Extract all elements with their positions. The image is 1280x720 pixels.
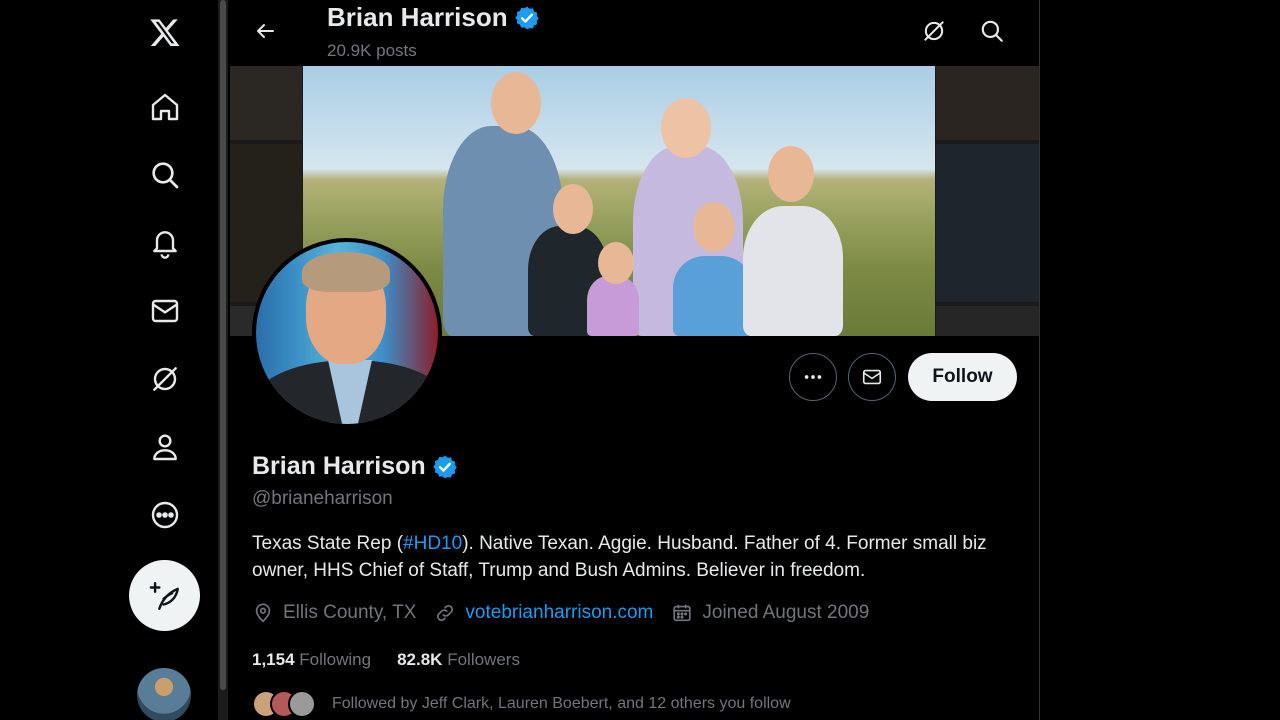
profile-meta: Ellis County, TX votebrianharrison.com J… <box>252 602 887 624</box>
notifications-bell-icon[interactable] <box>140 218 190 268</box>
profile-header-bar: Brian Harrison 20.9K posts <box>230 0 1039 66</box>
verified-badge-icon <box>514 6 539 29</box>
profile-avatar[interactable] <box>252 238 442 428</box>
account-avatar[interactable] <box>137 668 191 720</box>
calendar-icon <box>673 604 692 622</box>
banner-figure-head <box>768 146 814 202</box>
profile-name: Brian Harrison <box>252 452 458 481</box>
grok-header-button[interactable] <box>915 12 953 50</box>
banner-bg-tile <box>936 306 1039 336</box>
followed-by-text: Followed by Jeff Clark, Lauren Boebert, … <box>332 695 791 712</box>
banner-bg-tile <box>936 66 1039 140</box>
bio-text-prefix: Texas State Rep ( <box>252 533 404 554</box>
banner-bg-tile <box>936 144 1039 302</box>
envelope-icon <box>862 369 882 385</box>
post-feather-icon <box>149 581 179 610</box>
followers-count: 82.8K <box>397 650 443 669</box>
banner-figure <box>673 256 753 336</box>
avatar-hair <box>302 252 390 292</box>
back-arrow-icon <box>257 24 274 38</box>
header-name-text: Brian Harrison <box>327 2 508 32</box>
profile-bio: Texas State Rep (#HD10). Native Texan. A… <box>252 530 1032 584</box>
banner-figure-head <box>598 242 634 284</box>
more-options-button[interactable] <box>789 353 837 401</box>
website-link[interactable]: votebrianharrison.com <box>465 602 653 624</box>
messages-envelope-icon[interactable] <box>140 286 190 336</box>
following-link[interactable]: 1,154 Following <box>252 650 371 670</box>
joined-text: Joined August 2009 <box>702 602 870 623</box>
back-button[interactable] <box>246 12 284 50</box>
sidebar-nav <box>0 0 222 720</box>
followed-by[interactable]: Followed by Jeff Clark, Lauren Boebert, … <box>252 690 791 718</box>
x-logo-icon[interactable] <box>140 7 190 57</box>
header-post-count: 20.9K posts <box>327 41 417 60</box>
banner-figure <box>587 276 639 336</box>
home-icon[interactable] <box>140 82 190 132</box>
profile-name-text: Brian Harrison <box>252 452 426 480</box>
followers-link[interactable]: 82.8K Followers <box>397 650 520 670</box>
following-count: 1,154 <box>252 650 295 669</box>
banner-figure-head <box>693 202 735 252</box>
follower-avatar <box>288 690 316 718</box>
verified-badge-icon[interactable] <box>432 454 458 480</box>
location-pin-icon <box>255 603 271 623</box>
followers-label: Followers <box>447 650 520 669</box>
location-item: Ellis County, TX <box>252 602 416 624</box>
scrollbar-thumb[interactable] <box>220 0 226 690</box>
more-dots-icon <box>804 375 822 379</box>
banner-figure <box>743 206 843 336</box>
search-header-button[interactable] <box>973 12 1011 50</box>
post-button[interactable] <box>129 560 200 631</box>
banner-figure-head <box>491 72 541 134</box>
bio-hashtag-link[interactable]: #HD10 <box>403 533 462 554</box>
more-circle-icon[interactable] <box>140 490 190 540</box>
joined-item: Joined August 2009 <box>671 602 869 624</box>
profile-handle: @brianeharrison <box>252 488 393 509</box>
search-icon <box>981 20 1003 42</box>
sidebar-scrollbar[interactable] <box>218 0 228 720</box>
search-icon[interactable] <box>140 150 190 200</box>
profile-person-icon[interactable] <box>140 422 190 472</box>
message-button[interactable] <box>848 353 896 401</box>
link-icon <box>437 604 454 622</box>
location-text: Ellis County, TX <box>283 602 417 623</box>
follow-counts: 1,154 Following 82.8K Followers <box>252 650 520 670</box>
grok-icon <box>924 21 944 41</box>
banner-figure-head <box>553 184 593 234</box>
website-item: votebrianharrison.com <box>434 602 653 624</box>
banner-bg-tile <box>230 66 302 140</box>
following-label: Following <box>299 650 372 669</box>
header-name: Brian Harrison <box>327 2 540 33</box>
grok-icon[interactable] <box>140 354 190 404</box>
banner-figure-head <box>661 98 711 158</box>
profile-column: Brian Harrison 20.9K posts Follow Brian … <box>230 0 1040 720</box>
follow-button[interactable]: Follow <box>908 353 1017 401</box>
